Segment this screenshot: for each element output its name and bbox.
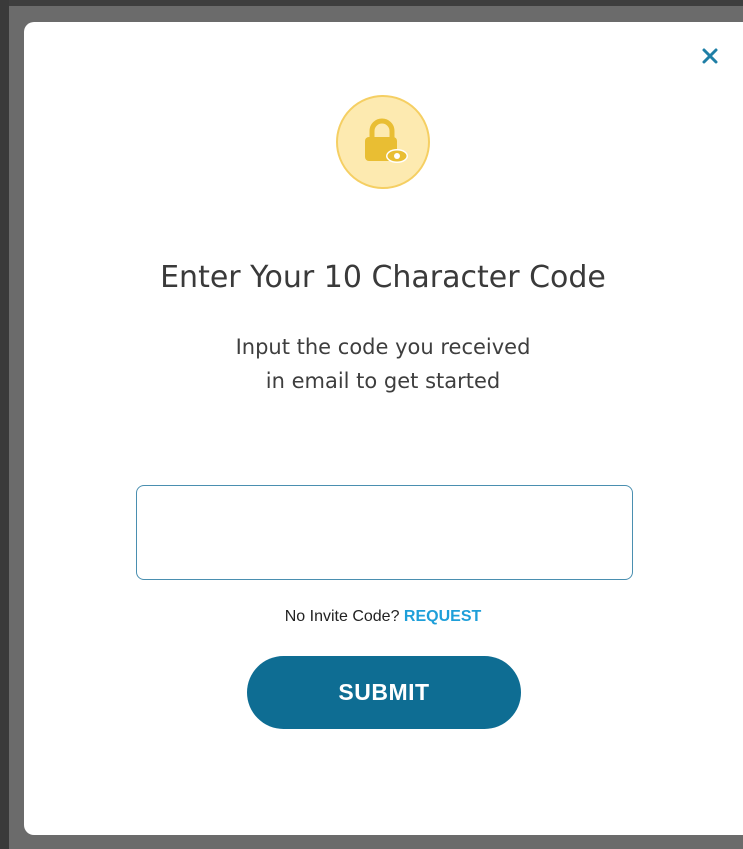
lock-eye-icon xyxy=(365,118,408,163)
request-invite-link[interactable]: REQUEST xyxy=(404,608,481,625)
instructions-line: in email to get started xyxy=(265,369,501,393)
background-edge-top xyxy=(0,0,743,6)
invite-request-row: No Invite Code? REQUEST xyxy=(24,608,742,626)
close-button[interactable] xyxy=(695,41,725,71)
invite-code-input[interactable] xyxy=(136,485,633,580)
close-icon xyxy=(702,48,718,64)
instructions-line: Input the code you received xyxy=(235,335,531,359)
instructions-text: Input the code you received in email to … xyxy=(24,330,742,398)
submit-button[interactable]: SUBMIT xyxy=(247,656,521,729)
page-title: Enter Your 10 Character Code xyxy=(160,260,606,295)
no-invite-prompt: No Invite Code? xyxy=(284,608,404,625)
lock-badge xyxy=(336,95,430,189)
invite-code-modal: Enter Your 10 Character Code Input the c… xyxy=(24,22,743,835)
background-edge-left xyxy=(0,0,9,849)
